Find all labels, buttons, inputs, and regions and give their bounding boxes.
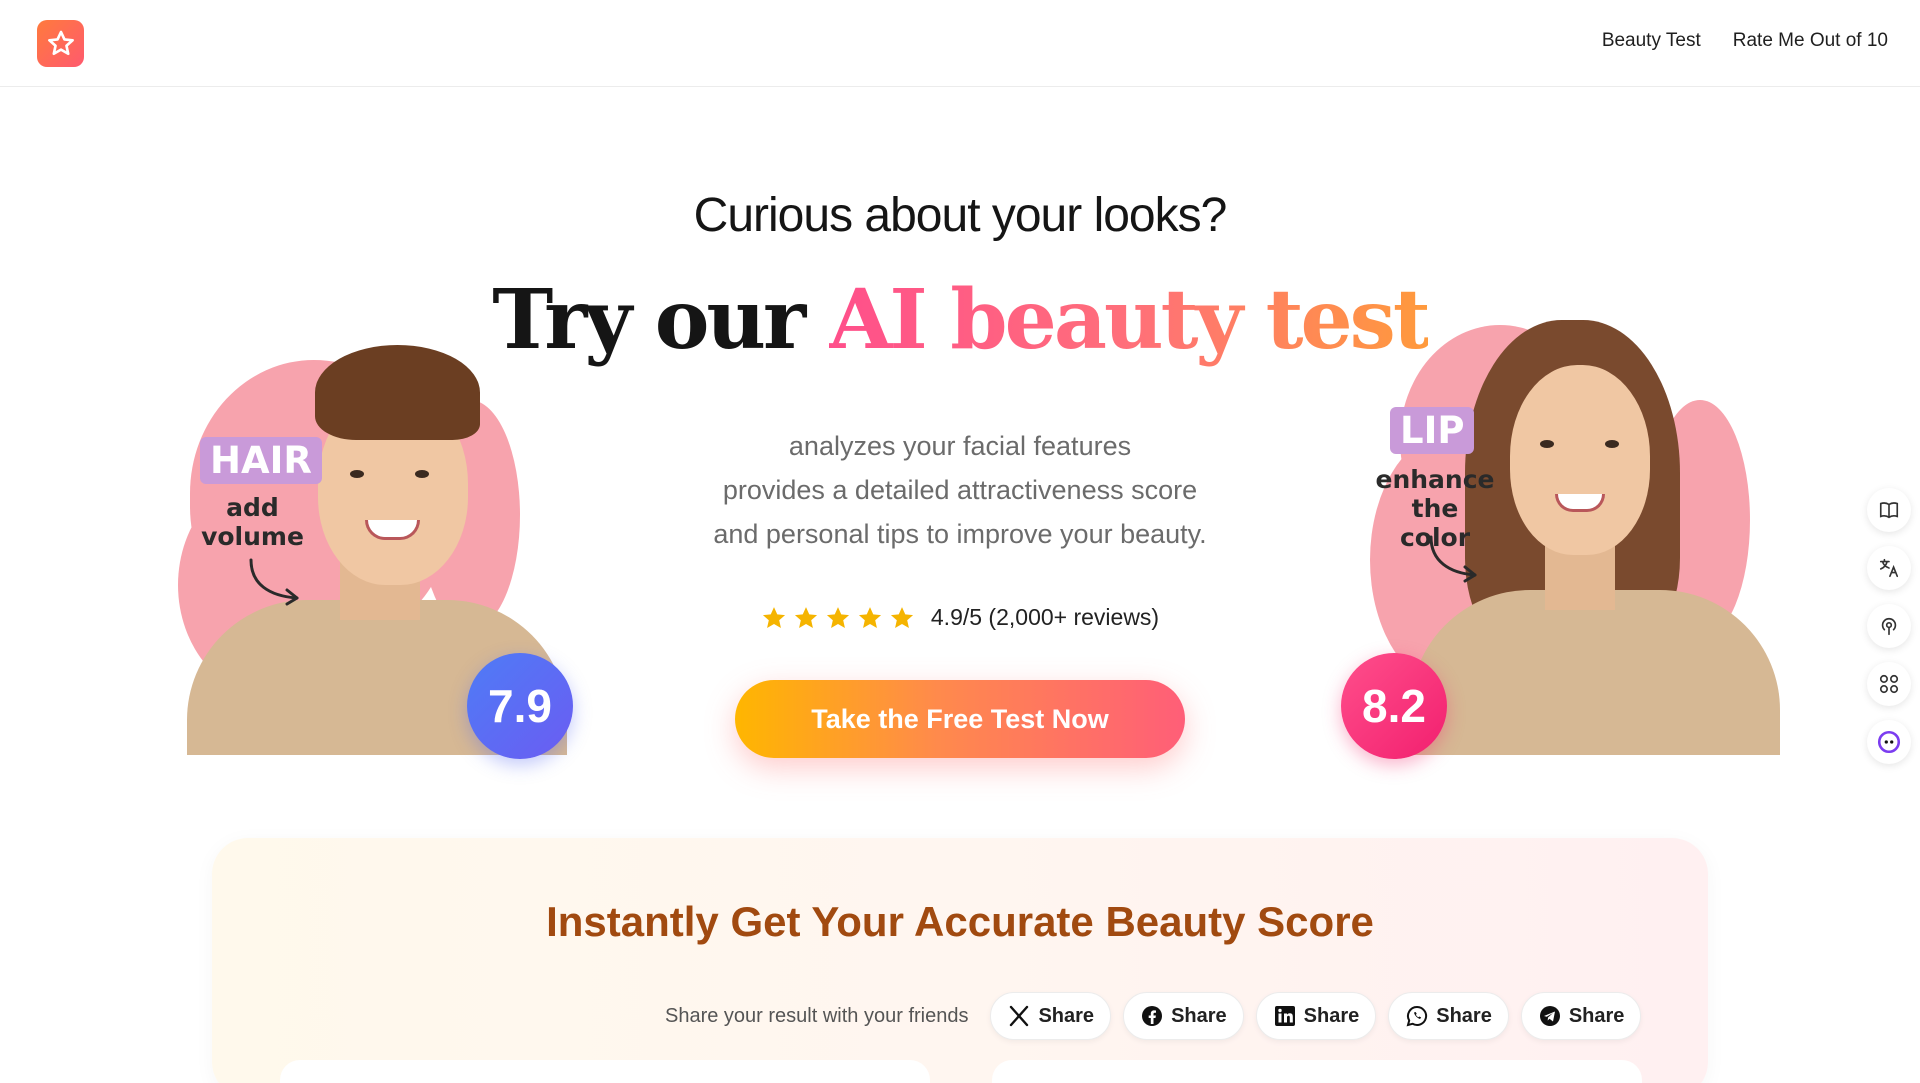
main-nav: Beauty Test Rate Me Out of 10 xyxy=(1602,30,1888,52)
rating-text: 4.9/5 (2,000+ reviews) xyxy=(930,604,1160,630)
side-toolbar xyxy=(1858,488,1920,764)
share-facebook-button[interactable]: Share xyxy=(1123,992,1244,1040)
cta-label: Take the Free Test Now xyxy=(811,703,1109,734)
star-icon xyxy=(890,606,913,628)
x-icon xyxy=(1010,1005,1029,1027)
hero-kicker: Curious about your looks? xyxy=(693,189,1228,242)
star-icon xyxy=(794,606,817,628)
hero-headline: Try our AI beauty test xyxy=(492,272,1430,368)
take-test-button[interactable]: Take the Free Test Now xyxy=(735,680,1185,758)
upload-panel xyxy=(280,1060,930,1083)
apps-icon[interactable] xyxy=(1867,662,1911,706)
nav-rate-me[interactable]: Rate Me Out of 10 xyxy=(1733,30,1888,52)
result-panel xyxy=(992,1060,1642,1083)
share-linkedin-button[interactable]: Share xyxy=(1255,992,1377,1040)
score-badge: 8.2 xyxy=(1341,653,1447,759)
whatsapp-icon xyxy=(1406,1005,1428,1027)
logo[interactable] xyxy=(37,20,84,67)
podcast-icon[interactable] xyxy=(1867,604,1911,648)
share-row: Share your result with your friends Shar… xyxy=(665,992,1642,1040)
star-icon xyxy=(47,30,74,55)
star-icon xyxy=(858,606,881,628)
linkedin-icon xyxy=(1274,1006,1295,1026)
rating-stars xyxy=(761,605,915,631)
arrow-icon xyxy=(249,558,299,606)
assistant-icon[interactable] xyxy=(1867,720,1911,764)
nav-beauty-test[interactable]: Beauty Test xyxy=(1602,30,1701,52)
book-icon[interactable] xyxy=(1867,488,1911,532)
telegram-icon xyxy=(1539,1006,1560,1026)
star-icon xyxy=(762,606,785,628)
share-telegram-button[interactable]: Share xyxy=(1520,992,1642,1040)
site-header: Beauty Test Rate Me Out of 10 xyxy=(0,0,1920,87)
rating-row: 4.9/5 (2,000+ reviews) xyxy=(0,604,1920,631)
section-title: Instantly Get Your Accurate Beauty Score xyxy=(546,898,1374,945)
share-x-button[interactable]: Share xyxy=(990,992,1112,1040)
share-whatsapp-button[interactable]: Share xyxy=(1388,992,1509,1040)
star-icon xyxy=(826,606,849,628)
share-label: Share your result with your friends xyxy=(665,1004,969,1027)
translate-icon[interactable] xyxy=(1867,546,1911,590)
hero-description: analyzes your facial features provides a… xyxy=(713,431,1207,549)
score-section-card xyxy=(212,838,1708,1083)
score-badge: 7.9 xyxy=(467,653,573,759)
facebook-icon xyxy=(1142,1006,1163,1026)
